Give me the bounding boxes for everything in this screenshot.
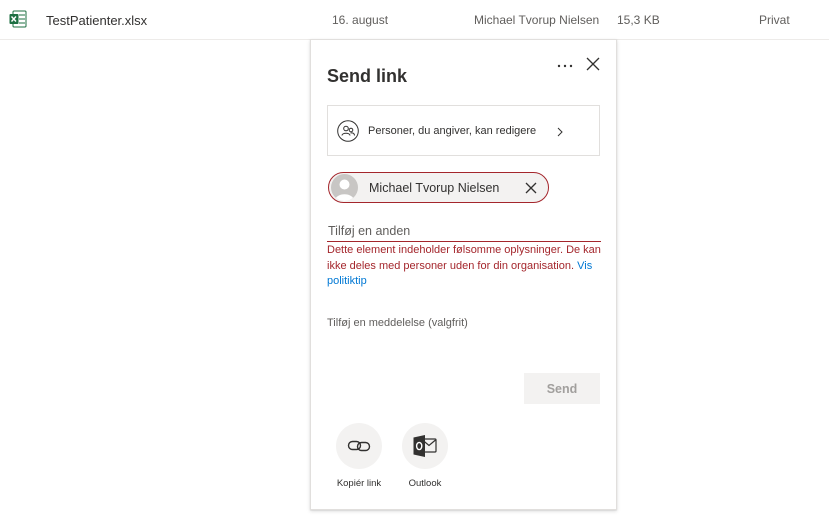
file-size: 15,3 KB [617, 13, 660, 27]
error-text: Dette element indeholder følsomme oplysn… [327, 244, 601, 272]
outlook-label: Outlook [408, 478, 442, 489]
chevron-right-icon [557, 127, 563, 137]
dialog-title: Send link [327, 66, 408, 86]
close-icon [586, 57, 600, 71]
outlook-icon [413, 435, 437, 457]
send-button[interactable]: Send [524, 373, 600, 404]
send-link-dialog: Send link Personer, du angiver, kan redi… [310, 39, 617, 510]
permission-selector[interactable]: Personer, du angiver, kan redigere [327, 105, 600, 156]
more-ellipsis-icon [557, 64, 573, 68]
copy-link-label: Kopiér link [336, 478, 382, 489]
file-modified-by: Michael Tvorup Nielsen [474, 13, 600, 27]
remove-recipient-icon[interactable] [525, 182, 537, 194]
close-button[interactable] [585, 56, 601, 72]
avatar [331, 174, 358, 201]
recipient-name: Michael Tvorup Nielsen [369, 181, 500, 195]
recipient-chip[interactable]: Michael Tvorup Nielsen [328, 172, 549, 203]
message-input[interactable] [327, 317, 601, 357]
file-name[interactable]: TestPatienter.xlsx [46, 13, 147, 28]
file-row[interactable]: TestPatienter.xlsx 16. august Michael Tv… [0, 0, 829, 40]
copy-link-option[interactable]: Kopiér link [324, 423, 394, 493]
link-icon [347, 440, 371, 452]
outlook-option[interactable]: Outlook [390, 423, 460, 493]
more-button[interactable] [555, 56, 575, 76]
excel-file-icon [9, 10, 27, 28]
file-sharing: Privat [759, 13, 790, 27]
permission-text: Personer, du angiver, kan redigere [368, 125, 537, 137]
sensitivity-error: Dette element indeholder følsomme oplysn… [327, 243, 601, 290]
people-icon [337, 120, 359, 142]
add-recipient-input[interactable] [327, 220, 601, 242]
file-modified: 16. august [332, 13, 389, 27]
